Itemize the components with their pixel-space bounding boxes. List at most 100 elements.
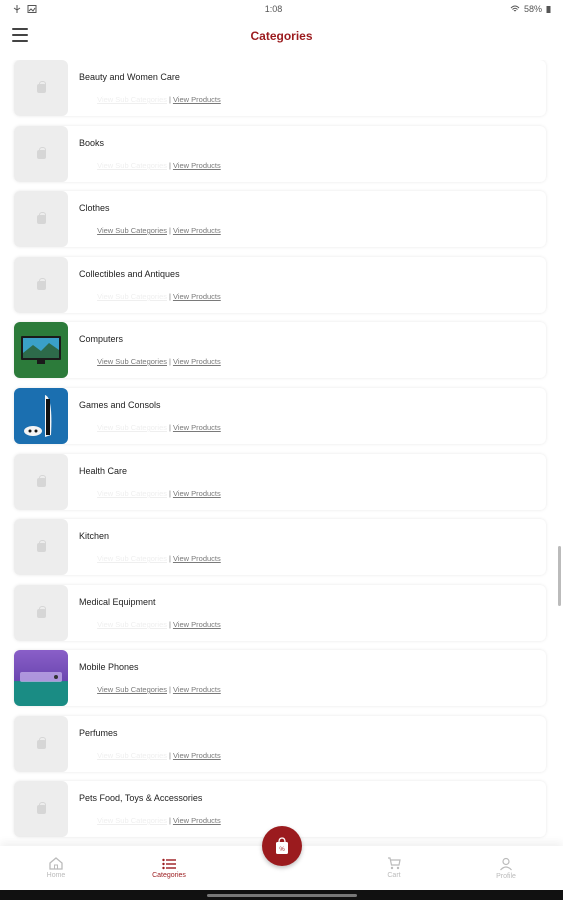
nav-cart-label: Cart [387, 872, 401, 879]
computer-monitor-image [14, 322, 68, 378]
view-sub-categories-link[interactable]: View Sub Categories [89, 816, 167, 825]
view-products-link[interactable]: View Products [173, 423, 221, 432]
view-products-link[interactable]: View Products [173, 489, 221, 498]
link-separator: | [169, 685, 171, 694]
category-name: Mobile Phones [79, 662, 139, 672]
category-item-games[interactable]: Games and Consols View Sub Categories | Vi… [14, 388, 546, 444]
phone-picture [20, 672, 62, 682]
category-name: Pets Food, Toys & Accessories [79, 793, 203, 803]
category-thumbnail [14, 585, 68, 641]
category-name: Games and Consols [79, 400, 161, 410]
nav-categories-label: Categories [152, 871, 186, 879]
image-notification-icon [27, 5, 37, 13]
monitor-picture [21, 336, 61, 364]
view-sub-categories-link[interactable]: View Sub Categories [89, 489, 167, 498]
view-sub-categories-link[interactable]: View Sub Categories [89, 226, 167, 235]
placeholder-bag-icon [36, 801, 46, 814]
nav-cart[interactable]: Cart [359, 846, 429, 890]
view-sub-categories-link[interactable]: View Sub Categories [89, 620, 167, 629]
link-separator: | [169, 554, 171, 563]
console-picture [24, 395, 52, 437]
placeholder-bag-icon [36, 605, 46, 618]
category-item-mobile-phones[interactable]: Mobile Phones View Sub Categories | View P… [14, 650, 546, 706]
link-separator: | [169, 620, 171, 629]
shopping-bag-icon: % [276, 837, 288, 854]
link-separator: | [169, 357, 171, 366]
nav-profile-label: Profile [496, 872, 516, 880]
category-item-clothes[interactable]: Clothes View Sub Categories | View Product… [14, 191, 546, 247]
view-sub-categories-link[interactable]: View Sub Categories [89, 292, 167, 301]
view-sub-categories-link[interactable]: View Sub Categories [89, 554, 167, 563]
category-thumbnail [14, 60, 68, 116]
view-sub-categories-link[interactable]: View Sub Categories [89, 751, 167, 760]
category-item-kitchen[interactable]: Kitchen View Sub Categories | View Product… [14, 519, 546, 575]
category-item-perfumes[interactable]: Perfumes View Sub Categories | View Produc… [14, 716, 546, 772]
home-icon [49, 857, 63, 870]
view-sub-categories-link[interactable]: View Sub Categories [89, 95, 167, 104]
category-thumbnail [14, 191, 68, 247]
category-item-computers[interactable]: Computers View Sub Categories | View Produ… [14, 322, 546, 378]
category-item-collectibles[interactable]: Collectibles and Antiques View Sub Categ… [14, 257, 546, 313]
placeholder-bag-icon [36, 736, 46, 749]
category-name: Kitchen [79, 531, 110, 541]
usb-icon [13, 5, 21, 13]
nav-profile[interactable]: Profile [471, 846, 541, 890]
view-products-link[interactable]: View Products [173, 620, 221, 629]
view-products-link[interactable]: View Products [173, 751, 221, 760]
category-thumbnail [14, 716, 68, 772]
view-products-link[interactable]: View Products [173, 95, 221, 104]
system-nav-bar [0, 890, 563, 900]
category-name: Health Care [79, 466, 128, 476]
link-separator: | [169, 489, 171, 498]
shop-fab-button[interactable]: % [262, 826, 302, 866]
category-thumbnail [14, 781, 68, 837]
category-item-health-care[interactable]: Health Care View Sub Categories | View Pro… [14, 454, 546, 510]
category-name: Computers [79, 334, 124, 344]
link-separator: | [169, 423, 171, 432]
category-thumbnail [14, 257, 68, 313]
nav-categories[interactable]: Categories [134, 846, 204, 890]
svg-text:%: % [279, 847, 285, 853]
category-name: Books [79, 138, 105, 148]
link-separator: | [169, 292, 171, 301]
status-time: 1:08 [264, 4, 283, 14]
battery-icon [546, 6, 551, 13]
link-separator: | [169, 816, 171, 825]
status-icons-left [12, 5, 37, 13]
battery-level: 58% [523, 4, 542, 14]
view-products-link[interactable]: View Products [173, 685, 221, 694]
category-name: Perfumes [79, 728, 118, 738]
category-name: Medical Equipment [79, 597, 156, 607]
view-products-link[interactable]: View Products [173, 554, 221, 563]
view-products-link[interactable]: View Products [173, 161, 221, 170]
view-products-link[interactable]: View Products [173, 226, 221, 235]
view-products-link[interactable]: View Products [173, 816, 221, 825]
category-thumbnail [14, 454, 68, 510]
category-item-medical-equipment[interactable]: Medical Equipment View Sub Categories | Vi… [14, 585, 546, 641]
list-icon [162, 858, 176, 869]
category-thumbnail [14, 519, 68, 575]
link-separator: | [169, 226, 171, 235]
view-sub-categories-link[interactable]: View Sub Categories [89, 423, 167, 432]
mobile-phone-image [14, 650, 68, 706]
placeholder-bag-icon [36, 146, 46, 159]
person-icon [500, 857, 512, 870]
view-products-link[interactable]: View Products [173, 357, 221, 366]
view-products-link[interactable]: View Products [173, 292, 221, 301]
category-item-beauty[interactable]: Beauty and Women Care View Sub Categorie… [14, 60, 546, 116]
category-name: Clothes [79, 203, 110, 213]
placeholder-bag-icon [36, 474, 46, 487]
page-title: Categories [250, 29, 313, 43]
view-sub-categories-link[interactable]: View Sub Categories [89, 161, 167, 170]
scrollbar[interactable] [558, 546, 561, 606]
nav-home[interactable]: Home [21, 846, 91, 890]
view-sub-categories-link[interactable]: View Sub Categories [89, 685, 167, 694]
home-gesture-handle[interactable] [206, 893, 357, 897]
category-item-books[interactable]: Books View Sub Categories | View Products [14, 126, 546, 182]
category-list[interactable]: Beauty and Women Care View Sub Categorie… [0, 60, 563, 840]
view-sub-categories-link[interactable]: View Sub Categories [89, 357, 167, 366]
hamburger-menu-icon[interactable] [12, 28, 28, 42]
category-name: Collectibles and Antiques [79, 269, 180, 279]
category-name: Beauty and Women Care [79, 72, 180, 82]
placeholder-bag-icon [36, 277, 46, 290]
